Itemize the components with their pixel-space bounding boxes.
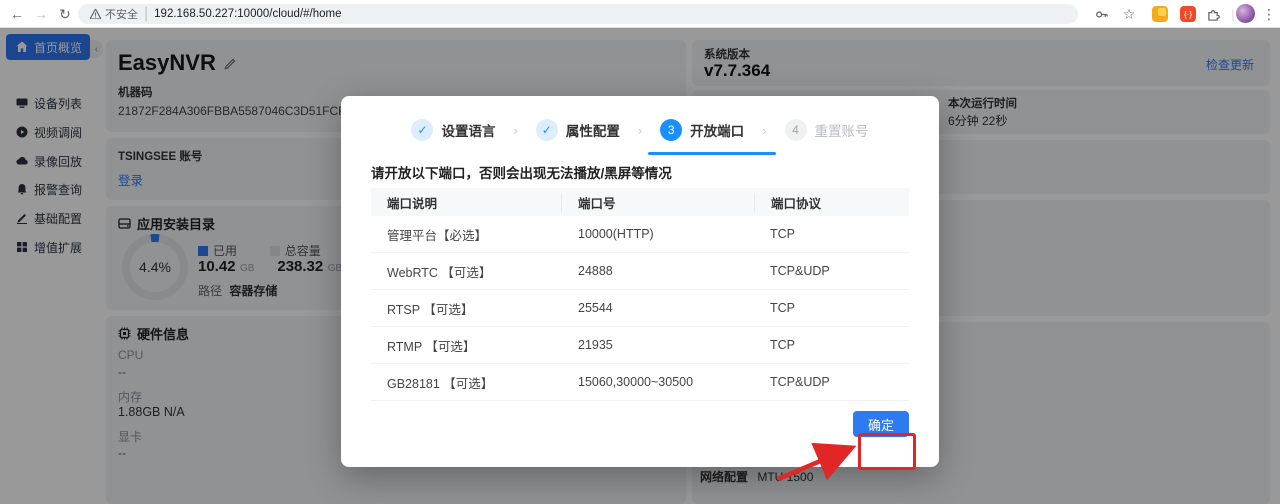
port-protocol: TCP bbox=[754, 338, 909, 352]
extension-red-icon[interactable]: {·} bbox=[1180, 6, 1196, 22]
security-label: 不安全 bbox=[105, 6, 138, 22]
step-open-ports[interactable]: 3 开放端口 bbox=[660, 119, 744, 141]
table-row: 管理平台【必选】 10000(HTTP) TCP bbox=[371, 216, 909, 253]
annotation-highlight-box bbox=[858, 433, 916, 470]
step-label: 设置语言 bbox=[441, 120, 495, 140]
step-label: 属性配置 bbox=[566, 120, 620, 140]
table-row: RTMP 【可选】 21935 TCP bbox=[371, 327, 909, 364]
port-protocol: TCP bbox=[754, 227, 909, 241]
port-number: 24888 bbox=[561, 264, 754, 278]
chevron-right-icon: › bbox=[762, 123, 766, 138]
browser-reload-icon[interactable]: ↻ bbox=[54, 3, 76, 25]
browser-profile-avatar[interactable] bbox=[1236, 4, 1255, 23]
col-header-desc: 端口说明 bbox=[371, 193, 561, 212]
step-number: 3 bbox=[660, 119, 682, 141]
step-property-config[interactable]: ✓ 属性配置 bbox=[536, 119, 620, 141]
address-bar[interactable]: 不安全 | 192.168.50.227:10000/cloud/#/home bbox=[78, 4, 1078, 24]
setup-wizard-modal: ✓ 设置语言 › ✓ 属性配置 › 3 开放端口 › 4 重置账号 bbox=[341, 96, 939, 467]
bookmark-star-icon[interactable]: ☆ bbox=[1120, 5, 1138, 23]
port-desc: RTSP 【可选】 bbox=[371, 299, 561, 318]
port-desc: RTMP 【可选】 bbox=[371, 336, 561, 355]
wizard-steps: ✓ 设置语言 › ✓ 属性配置 › 3 开放端口 › 4 重置账号 bbox=[341, 116, 939, 144]
port-desc: GB28181 【可选】 bbox=[371, 373, 561, 392]
extension-orange-icon[interactable] bbox=[1152, 6, 1168, 22]
app-page: 首页概览 设备列表 视频调阅 录像回放 报警查询 基础配置 bbox=[0, 28, 1280, 504]
ports-notice: 请开放以下端口，否则会出现无法播放/黑屏等情况 bbox=[371, 162, 672, 182]
table-row: GB28181 【可选】 15060,30000~30500 TCP&UDP bbox=[371, 364, 909, 401]
browser-toolbar: ← → ↻ 不安全 | 192.168.50.227:10000/cloud/#… bbox=[0, 0, 1280, 28]
password-key-icon[interactable] bbox=[1092, 5, 1110, 23]
port-protocol: TCP&UDP bbox=[754, 375, 909, 389]
step-reset-account[interactable]: 4 重置账号 bbox=[785, 119, 869, 141]
step-set-language[interactable]: ✓ 设置语言 bbox=[411, 119, 495, 141]
table-header-row: 端口说明 端口号 端口协议 bbox=[371, 188, 909, 216]
port-desc: WebRTC 【可选】 bbox=[371, 262, 561, 281]
table-row: WebRTC 【可选】 24888 TCP&UDP bbox=[371, 253, 909, 290]
check-icon: ✓ bbox=[411, 119, 433, 141]
step-number: 4 bbox=[785, 119, 807, 141]
port-number: 15060,30000~30500 bbox=[561, 375, 754, 389]
check-icon: ✓ bbox=[536, 119, 558, 141]
browser-back-icon[interactable]: ← bbox=[6, 3, 28, 25]
step-label: 开放端口 bbox=[690, 120, 744, 140]
table-row: RTSP 【可选】 25544 TCP bbox=[371, 290, 909, 327]
browser-menu-icon[interactable]: ⋮ bbox=[1260, 5, 1278, 23]
port-protocol: TCP&UDP bbox=[754, 264, 909, 278]
chevron-right-icon: › bbox=[638, 123, 642, 138]
ports-table: 端口说明 端口号 端口协议 管理平台【必选】 10000(HTTP) TCP W… bbox=[371, 188, 909, 401]
warning-icon bbox=[90, 9, 101, 19]
browser-forward-icon[interactable]: → bbox=[30, 3, 52, 25]
port-desc: 管理平台【必选】 bbox=[371, 225, 561, 244]
screen: ← → ↻ 不安全 | 192.168.50.227:10000/cloud/#… bbox=[0, 0, 1280, 504]
extensions-puzzle-icon[interactable] bbox=[1204, 5, 1222, 23]
port-protocol: TCP bbox=[754, 301, 909, 315]
not-secure-chip[interactable]: 不安全 bbox=[90, 6, 138, 22]
port-number: 25544 bbox=[561, 301, 754, 315]
chevron-right-icon: › bbox=[513, 123, 517, 138]
port-number: 10000(HTTP) bbox=[561, 227, 754, 241]
step-label: 重置账号 bbox=[815, 120, 869, 140]
port-number: 21935 bbox=[561, 338, 754, 352]
annotation-arrow bbox=[772, 434, 864, 486]
url-text: 192.168.50.227:10000/cloud/#/home bbox=[154, 8, 341, 20]
col-header-port: 端口号 bbox=[561, 193, 754, 212]
col-header-protocol: 端口协议 bbox=[754, 193, 909, 212]
